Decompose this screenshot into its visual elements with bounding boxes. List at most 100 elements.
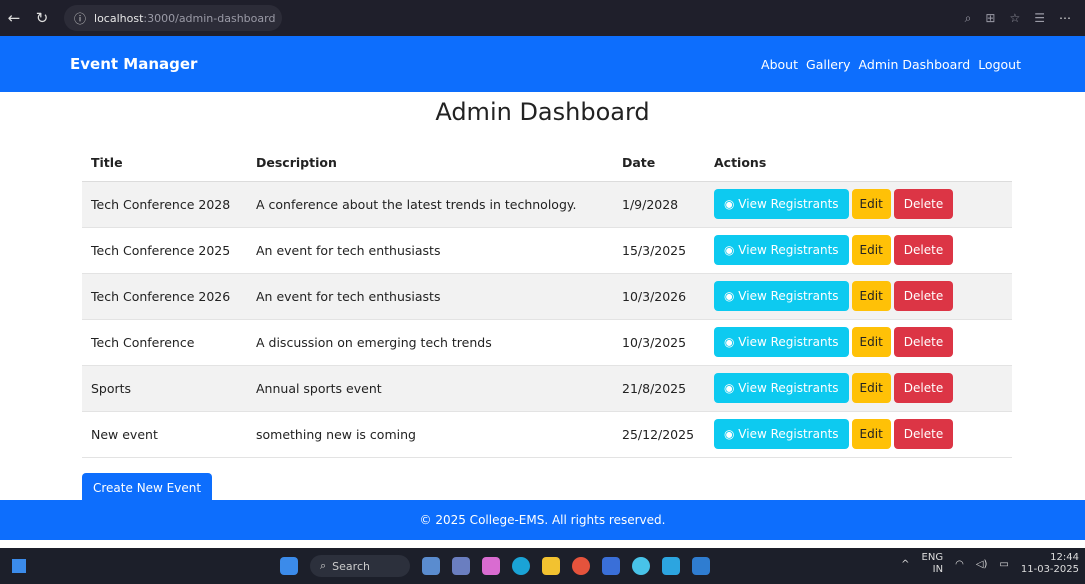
info-icon[interactable]: ⓘ <box>74 10 86 27</box>
table-row: Tech Conference 2026 An event for tech en… <box>82 273 1012 320</box>
view-registrants-button[interactable]: ◉ View Registrants <box>714 235 849 265</box>
vscode-icon[interactable] <box>692 557 710 575</box>
delete-button[interactable]: Delete <box>893 189 954 219</box>
eye-icon: ◉ <box>724 427 739 441</box>
cell-title: New event <box>82 411 247 458</box>
app-icon[interactable] <box>452 557 470 575</box>
more-menu-icon[interactable]: ⋯ <box>1059 11 1071 25</box>
reload-icon[interactable]: ↻ <box>28 4 56 32</box>
cell-actions: ◉ View Registrants Edit Delete <box>705 227 1012 274</box>
search-icon[interactable]: ⌕ <box>965 11 972 26</box>
start-icon[interactable] <box>280 557 298 575</box>
cell-description: An event for tech enthusiasts <box>247 273 613 320</box>
task-view-icon[interactable] <box>422 557 440 575</box>
edge-icon[interactable] <box>512 557 530 575</box>
brand-logo[interactable]: Event Manager <box>70 55 197 73</box>
edit-button[interactable]: Edit <box>851 235 891 265</box>
cell-date: 25/12/2025 <box>613 411 705 458</box>
delete-button[interactable]: Delete <box>893 235 954 265</box>
view-registrants-button[interactable]: ◉ View Registrants <box>714 373 849 403</box>
eye-icon: ◉ <box>724 335 739 349</box>
eye-icon: ◉ <box>724 289 739 303</box>
language-indicator[interactable]: ENG IN <box>922 552 944 576</box>
cell-title: Tech Conference 2025 <box>82 227 247 274</box>
nav-link-admin-dashboard[interactable]: Admin Dashboard <box>859 57 971 72</box>
cell-actions: ◉ View Registrants Edit Delete <box>705 181 1012 228</box>
address-bar[interactable]: ⓘ localhost:3000/admin-dashboard <box>64 5 282 31</box>
header-date: Date <box>613 145 705 182</box>
header-description: Description <box>247 145 613 182</box>
table-row: Tech Conference A discussion on emerging … <box>82 319 1012 366</box>
search-label: Search <box>332 559 370 573</box>
file-explorer-icon[interactable] <box>542 557 560 575</box>
cell-description: A discussion on emerging tech trends <box>247 319 613 366</box>
star-icon[interactable]: ☆ <box>1009 11 1020 25</box>
create-event-button[interactable]: Create New Event <box>82 473 213 503</box>
view-registrants-button[interactable]: ◉ View Registrants <box>714 419 849 449</box>
events-table: Title Description Date Actions Tech Conf… <box>82 145 1012 458</box>
nav-links: About Gallery Admin Dashboard Logout <box>761 57 1021 72</box>
cell-date: 1/9/2028 <box>613 181 705 228</box>
app-icon-3[interactable] <box>662 557 680 575</box>
battery-icon[interactable]: ▭ <box>999 559 1008 570</box>
volume-icon[interactable]: ◁) <box>976 559 988 570</box>
cell-title: Sports <box>82 365 247 412</box>
chrome-icon[interactable] <box>572 557 590 575</box>
cell-title: Tech Conference <box>82 319 247 366</box>
cell-description: An event for tech enthusiasts <box>247 227 613 274</box>
header-title: Title <box>82 145 247 182</box>
view-registrants-button[interactable]: ◉ View Registrants <box>714 189 849 219</box>
table-row: Tech Conference 2028 A conference about t… <box>82 181 1012 228</box>
cell-actions: ◉ View Registrants Edit Delete <box>705 365 1012 412</box>
clock[interactable]: 12:44 11-03-2025 <box>1021 552 1079 576</box>
edit-button[interactable]: Edit <box>851 327 891 357</box>
edit-button[interactable]: Edit <box>851 189 891 219</box>
cell-date: 10/3/2026 <box>613 273 705 320</box>
table-row: Tech Conference 2025 An event for tech en… <box>82 227 1012 274</box>
app-icon-2[interactable] <box>632 557 650 575</box>
back-arrow-icon[interactable]: ← <box>0 4 28 32</box>
chevron-up-icon[interactable]: ^ <box>901 559 909 570</box>
url-host: localhost <box>94 11 144 25</box>
store-icon[interactable] <box>602 557 620 575</box>
cell-date: 15/3/2025 <box>613 227 705 274</box>
cell-actions: ◉ View Registrants Edit Delete <box>705 411 1012 458</box>
tab-grid-icon[interactable]: ⊞ <box>985 11 995 25</box>
nav-link-gallery[interactable]: Gallery <box>806 57 851 72</box>
copilot-icon[interactable] <box>482 557 500 575</box>
cell-actions: ◉ View Registrants Edit Delete <box>705 319 1012 366</box>
main-content: Admin Dashboard Title Description Date A… <box>0 92 1085 503</box>
edit-button[interactable]: Edit <box>851 419 891 449</box>
favorites-icon[interactable]: ☰ <box>1034 11 1045 25</box>
cell-description: Annual sports event <box>247 365 613 412</box>
taskbar: ⌕ Search ^ ENG IN ◠ ◁) ▭ 12:44 11-03-2025 <box>0 548 1085 584</box>
cell-title: Tech Conference 2026 <box>82 273 247 320</box>
eye-icon: ◉ <box>724 197 739 211</box>
eye-icon: ◉ <box>724 381 739 395</box>
taskbar-search[interactable]: ⌕ Search <box>310 555 410 577</box>
eye-icon: ◉ <box>724 243 739 257</box>
system-tray: ^ ENG IN ◠ ◁) ▭ 12:44 11-03-2025 <box>901 552 1079 576</box>
url-path: :3000/admin-dashboard <box>143 11 276 25</box>
cell-date: 21/8/2025 <box>613 365 705 412</box>
delete-button[interactable]: Delete <box>893 327 954 357</box>
view-registrants-button[interactable]: ◉ View Registrants <box>714 327 849 357</box>
wifi-icon[interactable]: ◠ <box>955 559 964 570</box>
browser-toolbar: ← ↻ ⓘ localhost:3000/admin-dashboard ⌕ ⊞… <box>0 0 1085 36</box>
widgets-icon[interactable] <box>12 559 26 573</box>
cell-title: Tech Conference 2028 <box>82 181 247 228</box>
view-registrants-button[interactable]: ◉ View Registrants <box>714 281 849 311</box>
delete-button[interactable]: Delete <box>893 419 954 449</box>
nav-link-logout[interactable]: Logout <box>978 57 1021 72</box>
cell-actions: ◉ View Registrants Edit Delete <box>705 273 1012 320</box>
navbar: Event Manager About Gallery Admin Dashbo… <box>0 36 1085 92</box>
delete-button[interactable]: Delete <box>893 281 954 311</box>
delete-button[interactable]: Delete <box>893 373 954 403</box>
nav-link-about[interactable]: About <box>761 57 798 72</box>
cell-date: 10/3/2025 <box>613 319 705 366</box>
cell-description: something new is coming <box>247 411 613 458</box>
cell-description: A conference about the latest trends in … <box>247 181 613 228</box>
edit-button[interactable]: Edit <box>851 373 891 403</box>
header-actions: Actions <box>705 145 1012 182</box>
edit-button[interactable]: Edit <box>851 281 891 311</box>
